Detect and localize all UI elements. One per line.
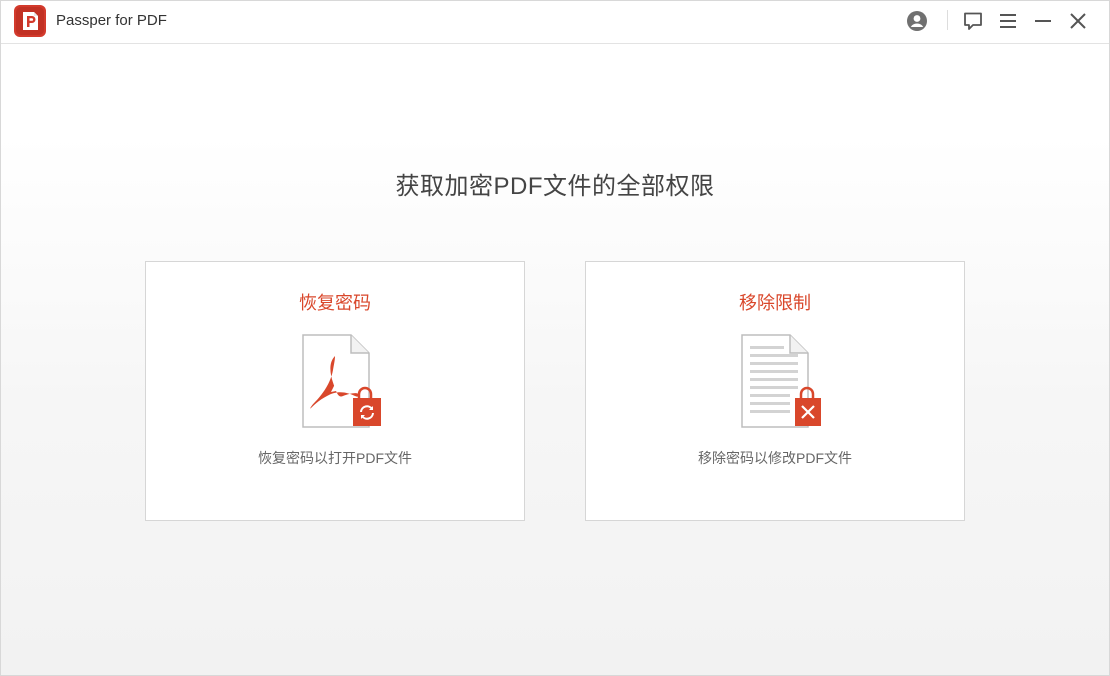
app-title: Passper for PDF	[56, 12, 167, 29]
menu-icon	[1000, 14, 1016, 28]
card-description: 移除密码以修改PDF文件	[698, 450, 852, 466]
minimize-button[interactable]	[1030, 8, 1056, 34]
app-logo	[14, 5, 46, 37]
feedback-icon	[964, 12, 982, 30]
account-icon	[907, 11, 927, 31]
document-lock-remove-icon	[741, 334, 821, 428]
recover-password-card[interactable]: 恢复密码 恢复密码以打开PDF文件	[145, 261, 525, 521]
menu-button[interactable]	[995, 8, 1021, 34]
card-description: 恢复密码以打开PDF文件	[258, 450, 412, 466]
card-title: 移除限制	[739, 293, 811, 313]
card-title: 恢复密码	[299, 293, 371, 313]
pdf-lock-refresh-icon	[302, 334, 381, 428]
titlebar-divider	[947, 10, 948, 30]
close-button[interactable]	[1065, 8, 1091, 34]
minimize-icon	[1035, 20, 1051, 22]
title-bar: Passper for PDF	[0, 0, 1110, 44]
feedback-button[interactable]	[960, 8, 986, 34]
page-headline: 获取加密PDF文件的全部权限	[395, 173, 715, 200]
account-button[interactable]	[904, 8, 930, 34]
close-icon	[1070, 13, 1086, 29]
remove-restrictions-card[interactable]: 移除限制 移除密码以修改PDF文件	[585, 261, 965, 521]
